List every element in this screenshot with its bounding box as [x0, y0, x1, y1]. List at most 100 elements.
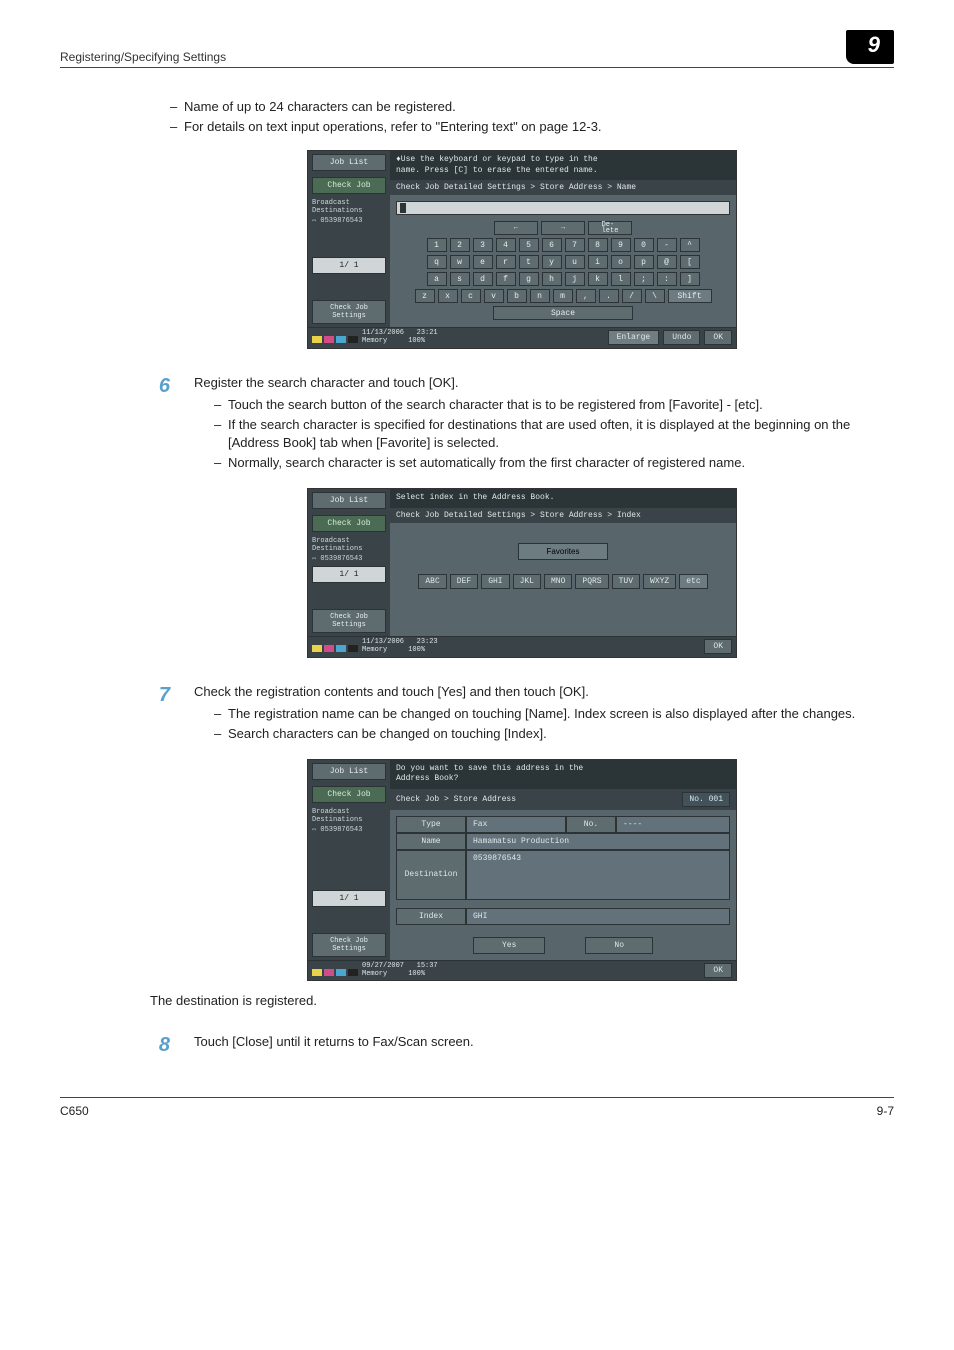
key-a[interactable]: a — [427, 272, 447, 286]
index-key-jkl[interactable]: JKL — [513, 574, 541, 589]
key-;[interactable]: ; — [634, 272, 654, 286]
delete-key[interactable]: De- lete — [588, 221, 632, 235]
destination-value: 0539876543 — [466, 850, 730, 900]
key-9[interactable]: 9 — [611, 238, 631, 252]
key-x[interactable]: x — [438, 289, 458, 303]
key-o[interactable]: o — [611, 255, 631, 269]
index-key-abc[interactable]: ABC — [418, 574, 446, 589]
kbd-row-4: zxcvbnm,./\Shift — [396, 289, 730, 303]
key-:[interactable]: : — [657, 272, 677, 286]
key-.[interactable]: . — [599, 289, 619, 303]
key-n[interactable]: n — [530, 289, 550, 303]
job-list-button[interactable]: Job List — [312, 492, 386, 509]
key-@[interactable]: @ — [657, 255, 677, 269]
page-header: Registering/Specifying Settings 9 — [60, 30, 894, 68]
check-job-button[interactable]: Check Job — [312, 515, 386, 532]
intro-bullets: Name of up to 24 characters can be regis… — [150, 98, 894, 136]
step-number: 8 — [150, 1034, 170, 1057]
step-number: 6 — [150, 375, 170, 475]
yes-button[interactable]: Yes — [473, 937, 545, 954]
check-job-button[interactable]: Check Job — [312, 177, 386, 194]
status-bar: 11/13/2006 23:21 Memory 100% Enlarge Und… — [308, 327, 736, 347]
key-7[interactable]: 7 — [565, 238, 585, 252]
key-3[interactable]: 3 — [473, 238, 493, 252]
enlarge-button[interactable]: Enlarge — [608, 330, 660, 345]
key-w[interactable]: w — [450, 255, 470, 269]
key--[interactable]: - — [657, 238, 677, 252]
key-h[interactable]: h — [542, 272, 562, 286]
undo-button[interactable]: Undo — [663, 330, 700, 345]
key-g[interactable]: g — [519, 272, 539, 286]
key-[[interactable]: [ — [680, 255, 700, 269]
index-key-def[interactable]: DEF — [450, 574, 478, 589]
key-4[interactable]: 4 — [496, 238, 516, 252]
key-m[interactable]: m — [553, 289, 573, 303]
key-6[interactable]: 6 — [542, 238, 562, 252]
index-key-ghi[interactable]: GHI — [481, 574, 509, 589]
kbd-row-2: qwertyuiop@[ — [396, 255, 730, 269]
check-job-settings-button[interactable]: Check Job Settings — [312, 933, 386, 957]
ok-button[interactable]: OK — [704, 639, 732, 654]
key-e[interactable]: e — [473, 255, 493, 269]
key-][interactable]: ] — [680, 272, 700, 286]
key-^[interactable]: ^ — [680, 238, 700, 252]
shift-key[interactable]: Shift — [668, 289, 712, 303]
ok-button[interactable]: OK — [704, 330, 732, 345]
job-list-button[interactable]: Job List — [312, 154, 386, 171]
header-title: Registering/Specifying Settings — [60, 50, 226, 64]
dest-number: ⇔ 0539876543 — [308, 553, 390, 563]
key-j[interactable]: j — [565, 272, 585, 286]
index-value: GHI — [466, 908, 730, 925]
key-8[interactable]: 8 — [588, 238, 608, 252]
check-job-settings-button[interactable]: Check Job Settings — [312, 609, 386, 633]
key-/[interactable]: / — [622, 289, 642, 303]
key-2[interactable]: 2 — [450, 238, 470, 252]
key-f[interactable]: f — [496, 272, 516, 286]
key-b[interactable]: b — [507, 289, 527, 303]
list-item: If the search character is specified for… — [214, 416, 894, 452]
ok-button[interactable]: OK — [704, 963, 732, 978]
key-5[interactable]: 5 — [519, 238, 539, 252]
destination-label: Destination — [396, 850, 466, 900]
key-u[interactable]: u — [565, 255, 585, 269]
index-button[interactable]: Index — [396, 908, 466, 925]
name-input[interactable] — [396, 201, 730, 215]
name-button[interactable]: Name — [396, 833, 466, 850]
check-job-button[interactable]: Check Job — [312, 786, 386, 803]
job-list-button[interactable]: Job List — [312, 763, 386, 780]
key-s[interactable]: s — [450, 272, 470, 286]
index-key-pqrs[interactable]: PQRS — [575, 574, 608, 589]
key-p[interactable]: p — [634, 255, 654, 269]
no-button[interactable]: No — [585, 937, 653, 954]
broadcast-label: Broadcast Destinations — [308, 806, 390, 824]
key-v[interactable]: v — [484, 289, 504, 303]
index-key-wxyz[interactable]: WXYZ — [643, 574, 676, 589]
page-indicator: 1/ 1 — [312, 890, 386, 907]
key-\[interactable]: \ — [645, 289, 665, 303]
index-key-tuv[interactable]: TUV — [612, 574, 640, 589]
key-z[interactable]: z — [415, 289, 435, 303]
key-t[interactable]: t — [519, 255, 539, 269]
favorites-button[interactable]: Favorites — [518, 543, 609, 560]
key-q[interactable]: q — [427, 255, 447, 269]
arrow-left-key[interactable]: ← — [494, 221, 538, 235]
space-key[interactable]: Space — [493, 306, 633, 320]
key-y[interactable]: y — [542, 255, 562, 269]
key-c[interactable]: c — [461, 289, 481, 303]
kbd-row-3: asdfghjkl;:] — [396, 272, 730, 286]
check-job-settings-button[interactable]: Check Job Settings — [312, 300, 386, 324]
page-footer: C650 9-7 — [60, 1097, 894, 1118]
key-l[interactable]: l — [611, 272, 631, 286]
arrow-right-key[interactable]: → — [541, 221, 585, 235]
key-d[interactable]: d — [473, 272, 493, 286]
key-i[interactable]: i — [588, 255, 608, 269]
key-r[interactable]: r — [496, 255, 516, 269]
index-key-mno[interactable]: MNO — [544, 574, 572, 589]
key-1[interactable]: 1 — [427, 238, 447, 252]
no-label: No. — [566, 816, 616, 833]
breadcrumb: Check Job Detailed Settings > Store Addr… — [390, 180, 736, 195]
index-key-etc[interactable]: etc — [679, 574, 707, 589]
key-0[interactable]: 0 — [634, 238, 654, 252]
key-k[interactable]: k — [588, 272, 608, 286]
key-,[interactable]: , — [576, 289, 596, 303]
